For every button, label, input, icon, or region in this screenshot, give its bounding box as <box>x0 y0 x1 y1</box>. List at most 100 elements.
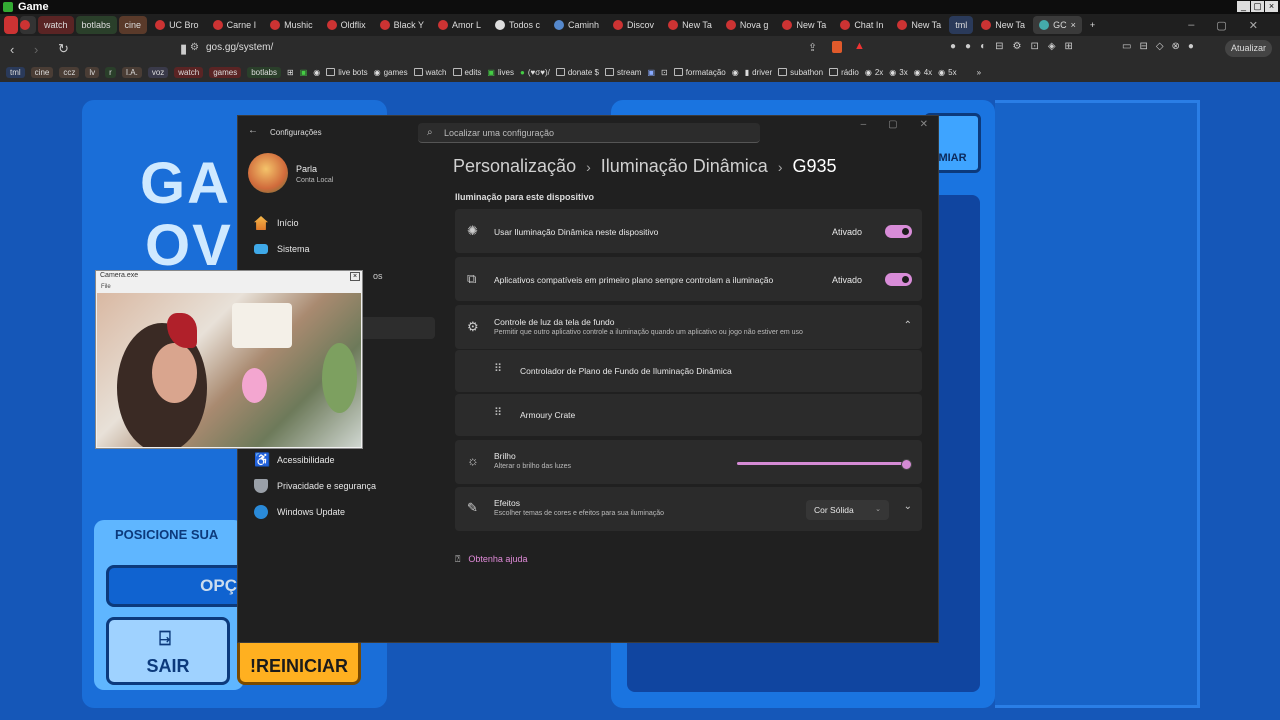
breadcrumb-personalization[interactable]: Personalização <box>453 156 576 176</box>
extension-icons[interactable]: ●●◐⊟⚙⊡◈⊞ <box>950 41 1082 52</box>
tab-group-cine[interactable]: cine <box>118 16 148 34</box>
bookmark-folder[interactable]: watch <box>413 68 447 77</box>
camera-menu-file[interactable]: File <box>101 284 111 290</box>
bookmark-item[interactable]: ◉ 4x <box>914 68 932 77</box>
browser-minimize-icon[interactable]: – <box>1188 19 1194 32</box>
bookmark-chip[interactable]: ccz <box>59 66 80 78</box>
browser-tab[interactable]: Oldflix <box>321 16 372 34</box>
browser-app-icon[interactable] <box>4 16 18 34</box>
tab-group-botlabs[interactable]: botlabs <box>75 16 117 34</box>
foreground-apps-toggle[interactable] <box>885 273 912 286</box>
browser-tab[interactable]: New Ta <box>891 16 947 34</box>
tab-group-watch[interactable]: watch <box>38 16 74 34</box>
avatar[interactable] <box>248 153 288 193</box>
setting-background-control[interactable]: ⚙ Controle de luz da tela de fundo Permi… <box>455 305 922 349</box>
bookmark-favicon-icon[interactable]: ▣ <box>647 68 655 77</box>
drag-handle-icon[interactable]: ⠿ <box>494 362 502 375</box>
nav-item-home[interactable]: Início <box>248 212 435 234</box>
bookmark-folder[interactable]: donate $ <box>555 68 599 77</box>
bookmark-item[interactable]: ◉ 5x <box>938 68 956 77</box>
tab-group-tml[interactable]: tml <box>949 16 974 34</box>
bookmark-folder[interactable]: stream <box>604 68 641 77</box>
effects-dropdown[interactable]: Cor Sólida ⌄ <box>806 500 889 520</box>
bookmark-folder[interactable]: formatação <box>673 68 726 77</box>
rewards-icon[interactable]: ▲ <box>854 40 865 52</box>
bookmark-favicon-icon[interactable]: ◉ <box>313 68 320 77</box>
bookmark-chip[interactable]: cine <box>30 66 54 78</box>
game-exit-button[interactable]: ⍈ SAIR <box>106 617 230 685</box>
browser-tab[interactable]: Chat In <box>834 16 889 34</box>
bookmark-item[interactable]: ◉ games <box>374 68 408 77</box>
browser-tab[interactable]: Nova g <box>720 16 775 34</box>
bookmark-chip[interactable]: I.A. <box>121 66 142 78</box>
bookmark-folder[interactable]: subathon <box>778 68 823 77</box>
browser-tab-active[interactable]: GC × <box>1033 16 1082 34</box>
nav-item-system[interactable]: Sistema <box>248 238 435 260</box>
settings-minimize-icon[interactable]: – <box>861 119 867 130</box>
browser-tab[interactable]: Amor L <box>432 16 487 34</box>
breadcrumb-dynamic-lighting[interactable]: Iluminação Dinâmica <box>601 156 768 176</box>
browser-tab[interactable]: UC Bro <box>149 16 205 34</box>
bookmark-item[interactable]: ▮ driver <box>745 68 772 77</box>
new-tab-button[interactable]: + <box>1084 16 1101 34</box>
browser-tab[interactable]: Mushic <box>264 16 319 34</box>
background-controller-item[interactable]: ⠿ Controlador de Plano de Fundo de Ilumi… <box>455 350 922 392</box>
browser-tab[interactable]: Black Y <box>374 16 430 34</box>
nav-item-windows-update[interactable]: Windows Update <box>248 501 435 523</box>
forward-icon[interactable]: › <box>34 42 48 57</box>
bookmark-favicon-icon[interactable]: ◉ <box>732 68 739 77</box>
bookmark-chip[interactable]: r <box>105 66 116 78</box>
brave-shield-icon[interactable] <box>832 41 842 53</box>
browser-close-icon[interactable]: ✕ <box>1249 19 1258 32</box>
reload-icon[interactable]: ↻ <box>58 41 72 57</box>
bookmark-item[interactable]: ● (♥σ♥)/ <box>520 68 550 77</box>
drag-handle-icon[interactable]: ⠿ <box>494 406 502 419</box>
site-info-icon[interactable]: ⚙ <box>190 42 199 53</box>
share-icon[interactable]: ⇪ <box>808 41 817 54</box>
browser-tab[interactable]: Carne I <box>207 16 263 34</box>
browser-tab[interactable]: Todos c <box>489 16 546 34</box>
bookmark-chip[interactable]: botlabs <box>247 66 281 78</box>
bookmark-chip[interactable]: watch <box>174 66 204 78</box>
bookmark-folder[interactable]: live bots <box>326 68 368 77</box>
bookmark-folder[interactable]: rádio <box>829 68 859 77</box>
nav-item-partial[interactable]: os <box>367 265 407 287</box>
browser-maximize-icon[interactable]: ▢ <box>1216 19 1226 32</box>
apps-grid-icon[interactable]: ⊞ <box>287 68 294 77</box>
sidebar-icon[interactable]: ▭⊟◇⊗● <box>1122 41 1202 52</box>
nav-item-accessibility[interactable]: ♿ Acessibilidade <box>248 449 435 471</box>
more-bookmarks-icon[interactable]: » <box>977 68 981 77</box>
chevron-up-icon[interactable]: ⌃ <box>904 320 912 331</box>
settings-search-input[interactable]: ⌕ Localizar uma configuração <box>418 123 760 143</box>
browser-tab[interactable]: Discov <box>607 16 660 34</box>
browser-tab[interactable]: New Ta <box>776 16 832 34</box>
use-dynamic-lighting-toggle[interactable] <box>885 225 912 238</box>
bookmark-chip[interactable]: games <box>209 66 242 78</box>
settings-maximize-icon[interactable]: ▢ <box>888 119 897 130</box>
nav-item-privacy[interactable]: Privacidade e segurança <box>248 475 435 497</box>
minimize-button[interactable]: _ <box>1237 1 1250 12</box>
browser-tab[interactable]: New Ta <box>975 16 1031 34</box>
game-options-button[interactable]: OPÇ <box>106 565 246 607</box>
brightness-slider[interactable] <box>737 459 912 470</box>
back-icon[interactable]: ‹ <box>10 42 24 57</box>
browser-tab[interactable]: New Ta <box>662 16 718 34</box>
help-link[interactable]: ⍰ Obtenha ajuda <box>455 554 527 565</box>
url-field[interactable]: gos.gg/system/ <box>206 42 273 53</box>
settings-close-icon[interactable]: ✕ <box>920 119 928 130</box>
camera-close-button[interactable]: × <box>350 272 360 281</box>
background-controller-item[interactable]: ⠿ Armoury Crate <box>455 394 922 436</box>
bookmark-item[interactable]: ◉ 2x <box>865 68 883 77</box>
browser-tab[interactable]: Caminh <box>548 16 605 34</box>
bookmark-item[interactable]: ◉ 3x <box>889 68 907 77</box>
maximize-button[interactable]: ▢ <box>1251 1 1264 12</box>
bookmark-favicon-icon[interactable]: ▣ <box>300 68 308 77</box>
bookmark-chip[interactable]: tml <box>6 66 25 78</box>
bookmark-folder[interactable]: edits <box>452 68 481 77</box>
bookmark-chip[interactable]: voz <box>147 66 169 78</box>
bookmark-chip[interactable]: lv <box>85 66 100 78</box>
chevron-down-icon[interactable]: ⌄ <box>904 501 912 512</box>
bookmark-favicon-icon[interactable]: ⊡ <box>661 68 668 77</box>
youtube-tab-icon[interactable] <box>20 16 36 34</box>
bookmark-item[interactable]: ▣ lives <box>487 68 514 77</box>
